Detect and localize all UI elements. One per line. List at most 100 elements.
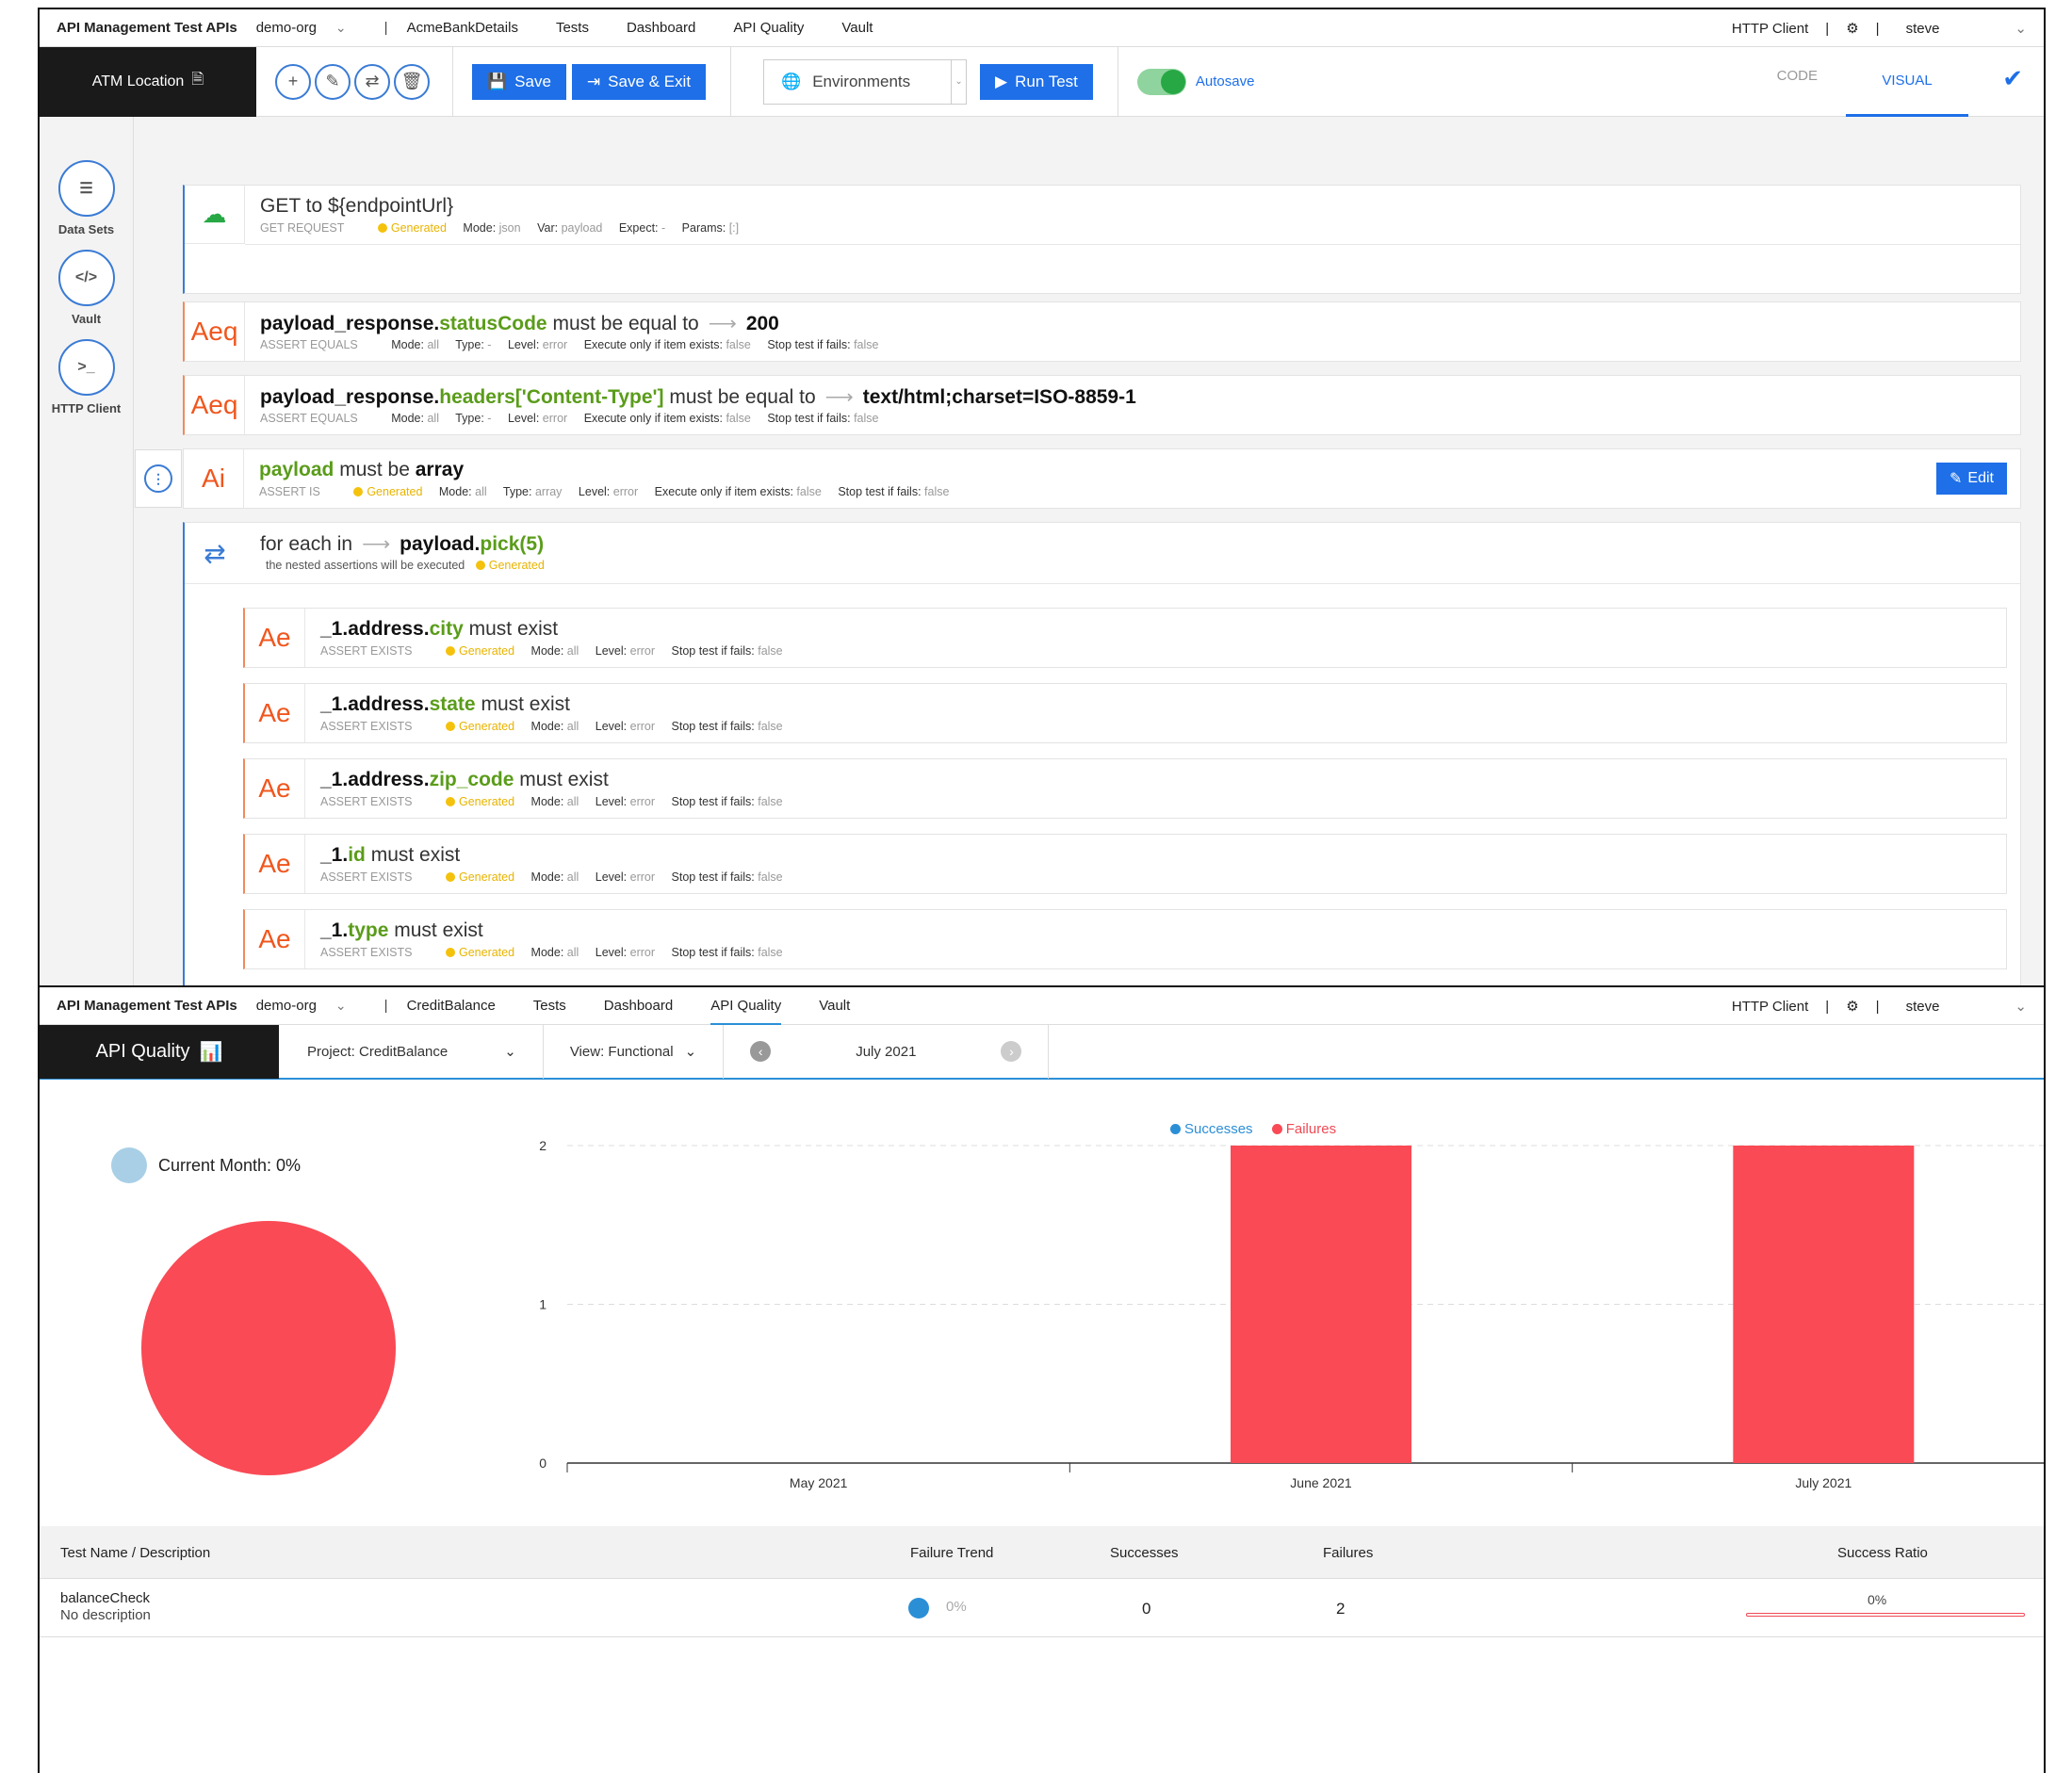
nav-api-quality[interactable]: API Quality bbox=[710, 998, 782, 1025]
chevron-down-icon[interactable]: ⌄ bbox=[952, 58, 968, 105]
tab-visual[interactable]: VISUAL bbox=[1846, 47, 1968, 117]
nav-api-quality[interactable]: API Quality bbox=[733, 20, 804, 36]
assert-exists-badge: Ae bbox=[245, 759, 305, 818]
project-select[interactable]: Project: CreditBalance ⌄ bbox=[279, 1024, 544, 1079]
assert-exists-step[interactable]: Ae _1.type must exist ASSERT EXISTS Gene… bbox=[243, 909, 2007, 969]
autosave-label: Autosave bbox=[1195, 73, 1255, 89]
step-options-button[interactable]: ⋮ bbox=[135, 449, 182, 508]
chevron-down-icon[interactable]: ⌄ bbox=[2015, 20, 2027, 37]
step-kind: GET REQUEST bbox=[260, 221, 345, 235]
page-title: API Quality bbox=[95, 1040, 190, 1062]
app-brand[interactable]: API Management Test APIs bbox=[57, 20, 237, 36]
assert-is-step[interactable]: ⋮ Ai payload must be array ASSERT IS Gen… bbox=[135, 448, 2021, 509]
app-brand[interactable]: API Management Test APIs bbox=[57, 998, 237, 1014]
step-title: _1.type must exist bbox=[320, 919, 483, 941]
editor-toolbar: ATM Location 🗎 + ✎ ⇄ 🗑 💾 Save ⇥ Save & Exi… bbox=[40, 46, 2044, 117]
run-test-button[interactable]: ▶ Run Test bbox=[980, 63, 1093, 100]
step-meta: ASSERT EXISTS Generated Mode: all Level:… bbox=[320, 644, 783, 658]
save-button[interactable]: 💾 Save bbox=[472, 63, 566, 100]
nav-vault[interactable]: Vault bbox=[819, 998, 850, 1014]
sidebar-item-vault[interactable]: </> Vault bbox=[40, 250, 133, 326]
x-tick-label: June 2021 bbox=[1290, 1475, 1352, 1490]
assert-equals-step[interactable]: Aeq payload_response.headers['Content-Ty… bbox=[183, 375, 2021, 435]
nav-dashboard[interactable]: Dashboard bbox=[627, 20, 695, 36]
top-nav: API Management Test APIs demo-org ⌄ | Cr… bbox=[40, 987, 2044, 1025]
monthly-bar-chart: 0 1 2 May 2021 June 2021 July 2021 bbox=[539, 1138, 2044, 1490]
step-title: _1.address.city must exist bbox=[320, 618, 559, 640]
get-request-step[interactable]: ☁ GET to ${endpointUrl} GET REQUEST Gene… bbox=[183, 185, 2021, 294]
nav-separator: | bbox=[1825, 998, 1830, 1015]
results-table-header: Test Name / Description Failure Trend Su… bbox=[40, 1526, 2044, 1579]
project-name[interactable]: AcmeBankDetails bbox=[407, 20, 518, 36]
sidebar-item-http-client[interactable]: >_ HTTP Client bbox=[40, 339, 133, 415]
step-title: _1.id must exist bbox=[320, 844, 461, 866]
check-icon[interactable]: ✔ bbox=[2002, 64, 2023, 93]
pencil-icon: ✎ bbox=[1950, 471, 1963, 487]
bar-chart-icon: 📊 bbox=[199, 1041, 223, 1063]
nav-vault[interactable]: Vault bbox=[841, 20, 873, 36]
list-icon: ☰ bbox=[57, 160, 115, 217]
gear-icon[interactable]: ⚙ bbox=[1846, 998, 1858, 1015]
edit-button[interactable]: ✎ Edit bbox=[1936, 463, 2007, 495]
test-name-box: ATM Location 🗎 bbox=[40, 46, 256, 117]
quality-toolbar: API Quality 📊 Project: CreditBalance ⌄ V… bbox=[40, 1024, 2044, 1080]
test-name[interactable]: balanceCheck bbox=[60, 1590, 150, 1606]
assert-exists-badge: Ae bbox=[245, 835, 305, 893]
autosave-toggle[interactable] bbox=[1136, 68, 1186, 95]
exit-icon: ⇥ bbox=[586, 72, 601, 90]
chevron-left-icon[interactable]: ‹ bbox=[750, 1041, 772, 1062]
col-failure-trend: Failure Trend bbox=[910, 1545, 994, 1561]
assert-equals-step[interactable]: Aeq payload_response.statusCode must be … bbox=[183, 301, 2021, 362]
sidebar-item-data-sets[interactable]: ☰ Data Sets bbox=[40, 160, 133, 236]
view-select[interactable]: View: Functional ⌄ bbox=[544, 1024, 725, 1079]
save-exit-button[interactable]: ⇥ Save & Exit bbox=[571, 63, 707, 100]
y-tick-label: 1 bbox=[539, 1297, 547, 1312]
chevron-down-icon[interactable]: ⌄ bbox=[2015, 998, 2027, 1015]
for-each-step[interactable]: ⇄ for each in ⟶ payload.pick(5) the nested… bbox=[183, 522, 2021, 985]
play-icon: ▶ bbox=[995, 72, 1008, 90]
pencil-icon[interactable]: ✎ bbox=[315, 63, 351, 100]
trend-dot bbox=[908, 1598, 929, 1618]
save-group: 💾 Save ⇥ Save & Exit bbox=[453, 46, 732, 117]
edit-icon-group: + ✎ ⇄ 🗑 bbox=[256, 46, 453, 117]
environments-select[interactable]: 🌐 Environments bbox=[763, 58, 953, 105]
http-client-link[interactable]: HTTP Client bbox=[1732, 999, 1808, 1015]
org-select[interactable]: demo-org bbox=[256, 998, 317, 1014]
nav-separator: | bbox=[1875, 998, 1880, 1015]
trash-icon[interactable]: 🗑 bbox=[394, 63, 430, 100]
success-ratio-value: 0% bbox=[1868, 1592, 1887, 1607]
gear-icon[interactable]: ⚙ bbox=[1846, 20, 1858, 37]
floppy-icon: 💾 bbox=[487, 72, 508, 90]
assert-exists-step[interactable]: Ae _1.address.zip_code must exist ASSERT… bbox=[243, 758, 2007, 819]
quality-title-box: API Quality 📊 bbox=[40, 1024, 279, 1079]
chevron-down-icon[interactable]: ⌄ bbox=[335, 998, 347, 1014]
bar-failures bbox=[1733, 1146, 1915, 1463]
chevron-right-icon[interactable]: › bbox=[1001, 1041, 1022, 1062]
successes-count: 0 bbox=[1142, 1600, 1151, 1618]
chevron-down-icon[interactable]: ⌄ bbox=[335, 20, 347, 36]
nav-tests[interactable]: Tests bbox=[556, 20, 589, 36]
edit-label: Edit bbox=[1967, 470, 1994, 486]
nav-tests[interactable]: Tests bbox=[533, 998, 566, 1014]
user-menu[interactable]: steve bbox=[1906, 21, 1940, 37]
tab-code[interactable]: CODE bbox=[1777, 68, 1818, 84]
project-name[interactable]: CreditBalance bbox=[407, 998, 496, 1014]
month-navigator: ‹ July 2021 › bbox=[724, 1024, 1050, 1079]
swap-icon[interactable]: ⇄ bbox=[354, 63, 390, 100]
col-success-ratio: Success Ratio bbox=[1837, 1545, 1928, 1561]
test-name: ATM Location bbox=[91, 73, 185, 89]
current-month-label: July 2021 bbox=[856, 1043, 917, 1060]
table-row[interactable]: balanceCheck No description 0% 0 2 0% bbox=[40, 1579, 2044, 1637]
org-select[interactable]: demo-org bbox=[256, 20, 317, 36]
nav-dashboard[interactable]: Dashboard bbox=[604, 998, 673, 1014]
assert-exists-step[interactable]: Ae _1.address.city must exist ASSERT EXI… bbox=[243, 608, 2007, 668]
loop-icon: ⇄ bbox=[204, 538, 226, 568]
assert-exists-step[interactable]: Ae _1.id must exist ASSERT EXISTS Genera… bbox=[243, 834, 2007, 894]
project-select-label: Project: CreditBalance bbox=[307, 1043, 449, 1060]
add-icon[interactable]: + bbox=[275, 63, 311, 100]
user-menu[interactable]: steve bbox=[1906, 999, 1940, 1015]
x-tick-label: May 2021 bbox=[790, 1475, 848, 1490]
assert-exists-step[interactable]: Ae _1.address.state must exist ASSERT EX… bbox=[243, 683, 2007, 743]
http-client-link[interactable]: HTTP Client bbox=[1732, 21, 1808, 37]
nav-separator: | bbox=[1875, 20, 1880, 37]
